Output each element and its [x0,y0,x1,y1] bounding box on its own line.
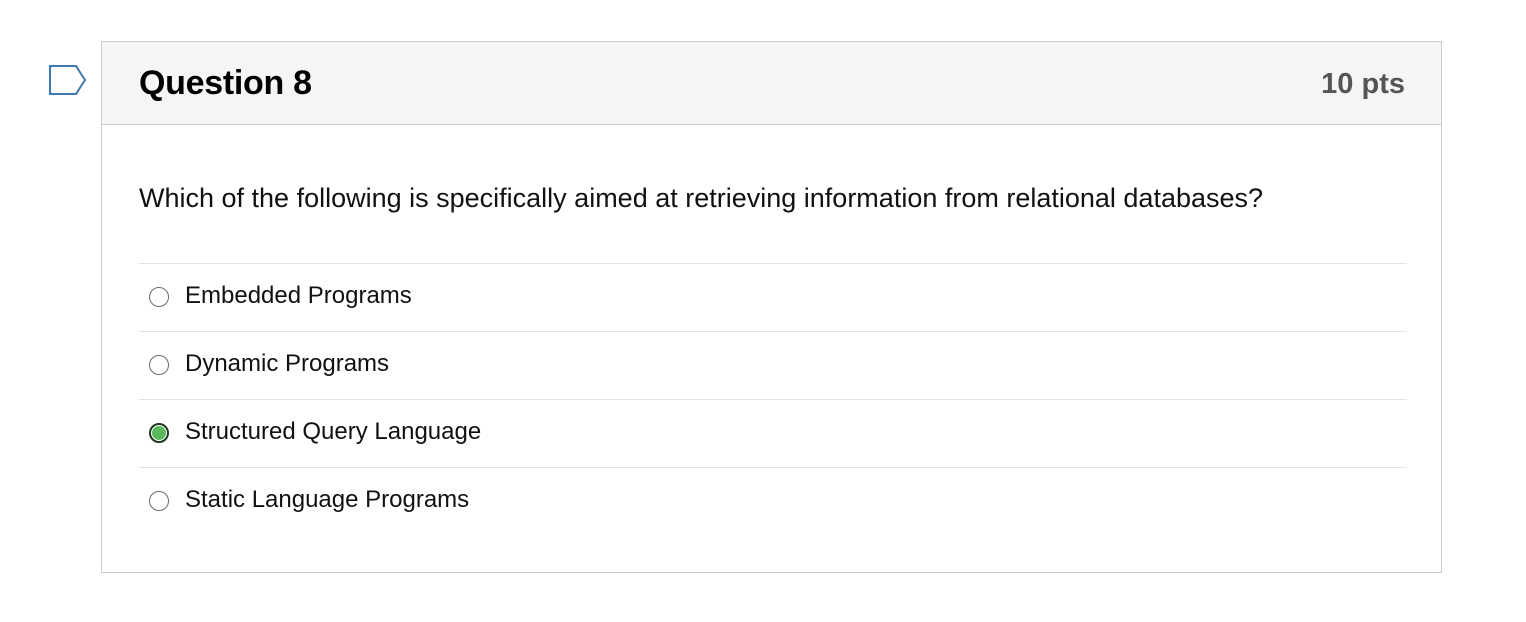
answer-label[interactable]: Static Language Programs [185,486,469,514]
radio-button[interactable] [149,491,169,511]
answer-option-dynamic-programs[interactable]: Dynamic Programs [139,332,1407,400]
question-points: 10 pts [1321,68,1405,100]
radio-button[interactable] [149,355,169,375]
radio-button[interactable] [149,287,169,307]
answer-option-static-language-programs[interactable]: Static Language Programs [139,468,1407,536]
question-card: Question 8 10 pts Which of the following… [101,41,1442,573]
answer-label[interactable]: Dynamic Programs [185,350,389,378]
question-header: Question 8 10 pts [102,42,1441,125]
radio-button-selected[interactable] [149,423,169,443]
flag-question-icon[interactable] [48,64,88,98]
answer-label[interactable]: Embedded Programs [185,282,412,310]
question-text: Which of the following is specifically a… [139,183,1264,213]
answer-list: Embedded Programs Dynamic Programs Struc… [139,263,1407,536]
question-title: Question 8 [139,64,312,102]
answer-option-structured-query-language[interactable]: Structured Query Language [139,400,1407,468]
answer-label[interactable]: Structured Query Language [185,418,481,446]
answer-option-embedded-programs[interactable]: Embedded Programs [139,264,1407,332]
